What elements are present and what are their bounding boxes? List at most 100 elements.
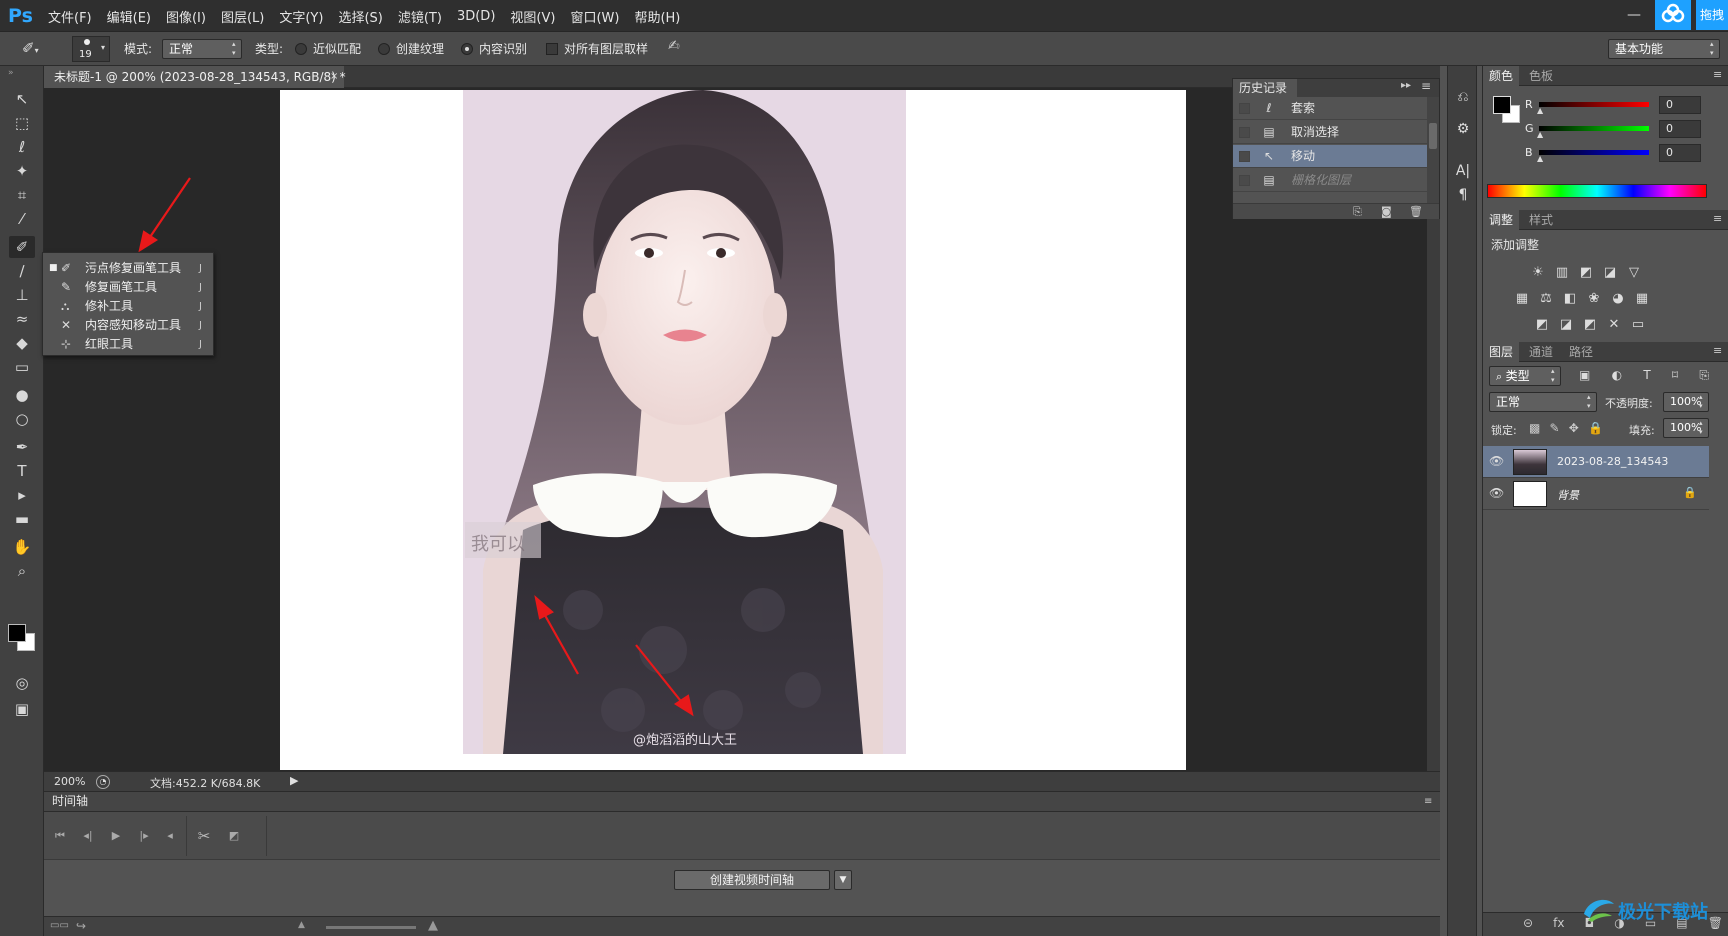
filter-type-icon[interactable]: T [1643,368,1650,383]
history-dock-icon[interactable]: ⎌ [1452,86,1474,108]
menu-item[interactable]: 窗口(W) [570,7,619,26]
panel-menu-icon[interactable]: ≡ [1713,212,1722,225]
adjustment-icon[interactable]: ▦ [1513,290,1531,308]
adjustment-icon[interactable]: ▥ [1553,264,1571,282]
adjustment-icon[interactable]: ☀ [1529,264,1547,282]
tool-preset-icon[interactable]: ✐▾ [22,39,62,59]
lasso-tool-icon[interactable]: ℓ [9,136,35,158]
create-video-timeline-button[interactable]: 创建视频时间轴 [674,870,830,890]
type-radio-texture[interactable] [378,43,390,55]
cloud-icon[interactable] [1655,0,1691,30]
rectangle-tool-icon[interactable]: ▬ [9,508,35,530]
fill-input[interactable]: 100% [1663,418,1709,438]
type-option-texture[interactable]: 创建纹理 [396,40,444,57]
cloud-label[interactable]: 拖拽 [1696,0,1728,30]
info-icon[interactable]: ◔ [96,775,110,789]
color-swatches[interactable] [8,624,38,654]
tab-adjustments[interactable]: 调整 [1483,210,1520,230]
eye-icon[interactable]: 👁 [1489,486,1505,500]
prev-frame-icon[interactable]: ◂| [78,826,98,846]
close-tab-icon[interactable]: × [330,66,344,88]
next-frame-icon[interactable]: |▸ [134,826,154,846]
magic-wand-tool-icon[interactable]: ✦ [9,160,35,182]
lock-position-icon[interactable]: ✥ [1569,421,1579,435]
adjustment-icon[interactable]: ▭ [1629,316,1647,334]
tab-styles[interactable]: 样式 [1523,210,1559,230]
frames-icon[interactable]: ▭▭ [50,920,69,931]
blur-tool-icon[interactable]: ● [9,384,35,406]
expand-icon[interactable]: ▸▸ [1401,80,1411,91]
status-menu-arrow-icon[interactable]: ▶ [290,774,298,787]
foreground-color-swatch[interactable] [8,624,26,642]
history-scroll-thumb[interactable] [1429,123,1437,149]
filter-smart-icon[interactable]: ⎘ [1699,368,1709,383]
crop-tool-icon[interactable]: ⌗ [9,184,35,206]
panel-menu-icon[interactable]: ≡ [1424,792,1432,811]
type-option-content-aware[interactable]: 内容识别 [479,40,527,57]
channel-slider[interactable] [1539,150,1649,155]
adjustment-icon[interactable]: ✕ [1605,316,1623,334]
channel-slider[interactable] [1539,126,1649,131]
camera-icon[interactable]: ◙ [1381,205,1392,218]
flyout-item[interactable]: ✕ 内容感知移动工具 J [43,316,213,335]
color-swatches[interactable] [1493,96,1523,126]
layer-name[interactable]: 背景 [1557,487,1579,503]
new-document-icon[interactable]: ⎘ [1353,205,1362,219]
flyout-item[interactable]: ⊹ 红眼工具 J [43,335,213,354]
flyout-item[interactable]: ⛬ 修补工具 J [43,297,213,316]
lock-pixels-icon[interactable]: ✎ [1550,421,1560,435]
healing-brush-tool-icon[interactable]: ✐ [9,236,35,258]
scissors-icon[interactable]: ✂ [194,826,214,846]
character-dock-icon[interactable]: A| [1452,160,1474,182]
color-spectrum-bar[interactable] [1487,184,1707,198]
filter-pixel-icon[interactable]: ▣ [1579,368,1590,383]
mode-select[interactable]: 正常 [162,39,242,59]
layer-row[interactable]: 👁 2023-08-28_134543 [1483,446,1709,478]
filter-adjustment-icon[interactable]: ◐ [1612,368,1622,383]
tab-paths[interactable]: 路径 [1563,342,1599,362]
menu-item[interactable]: 图像(I) [166,7,206,26]
slider-handle-icon[interactable]: ▲ [1537,130,1543,139]
tab-color[interactable]: 颜色 [1483,66,1520,86]
history-brush-tool-icon[interactable]: ≈ [9,308,35,330]
channel-value-input[interactable]: 0 [1659,96,1701,114]
menu-item[interactable]: 滤镜(T) [398,7,442,26]
zoom-tool-icon[interactable]: ⌕ [9,560,35,582]
layer-row[interactable]: 👁 背景 🔒 [1483,478,1709,510]
channel-value-input[interactable]: 0 [1659,120,1701,138]
history-row[interactable]: ▤ 取消选择 [1233,121,1427,144]
layer-name[interactable]: 2023-08-28_134543 [1557,455,1668,468]
eye-icon[interactable]: 👁 [1489,454,1505,468]
path-selection-tool-icon[interactable]: ▸ [9,484,35,506]
hand-tool-icon[interactable]: ✋ [9,536,35,558]
minimize-button[interactable]: — [1620,4,1648,26]
history-row[interactable]: ▤ 栅格化图层 [1233,169,1427,192]
move-tool-icon[interactable]: ↖ [9,88,35,110]
menu-item[interactable]: 视图(V) [510,7,555,26]
menu-item[interactable]: 选择(S) [338,7,382,26]
channel-value-input[interactable]: 0 [1659,144,1701,162]
adjustment-icon[interactable]: ◩ [1533,316,1551,334]
panel-menu-icon[interactable]: ≡ [1713,68,1722,81]
screen-mode-icon[interactable]: ▣ [9,698,35,720]
menu-item[interactable]: 图层(L) [221,7,264,26]
adjustment-icon[interactable]: ◪ [1601,264,1619,282]
history-scrollbar[interactable] [1427,97,1439,203]
eyedropper-tool-icon[interactable]: ⁄ [9,208,35,230]
filter-shape-icon[interactable]: ⌑ [1672,368,1678,383]
history-snapshot-checkbox[interactable] [1239,151,1250,162]
lock-all-icon[interactable]: 🔒 [1588,421,1603,435]
slider-handle-icon[interactable]: ▲ [1537,154,1543,163]
audio-icon[interactable]: ◂ [160,826,180,846]
eraser-tool-icon[interactable]: ◆ [9,332,35,354]
history-snapshot-checkbox[interactable] [1239,127,1250,138]
adjustment-icon[interactable]: ◪ [1557,316,1575,334]
history-snapshot-checkbox[interactable] [1239,175,1250,186]
paragraph-dock-icon[interactable]: ¶ [1452,184,1474,206]
adjustment-icon[interactable]: ◩ [1577,264,1595,282]
dodge-tool-icon[interactable]: ○ [9,408,35,430]
type-radio-proximity[interactable] [295,43,307,55]
foreground-color-swatch[interactable] [1493,96,1511,114]
lock-transparency-icon[interactable]: ▩ [1529,421,1540,435]
layers-footer-icon[interactable]: fx [1553,916,1564,930]
